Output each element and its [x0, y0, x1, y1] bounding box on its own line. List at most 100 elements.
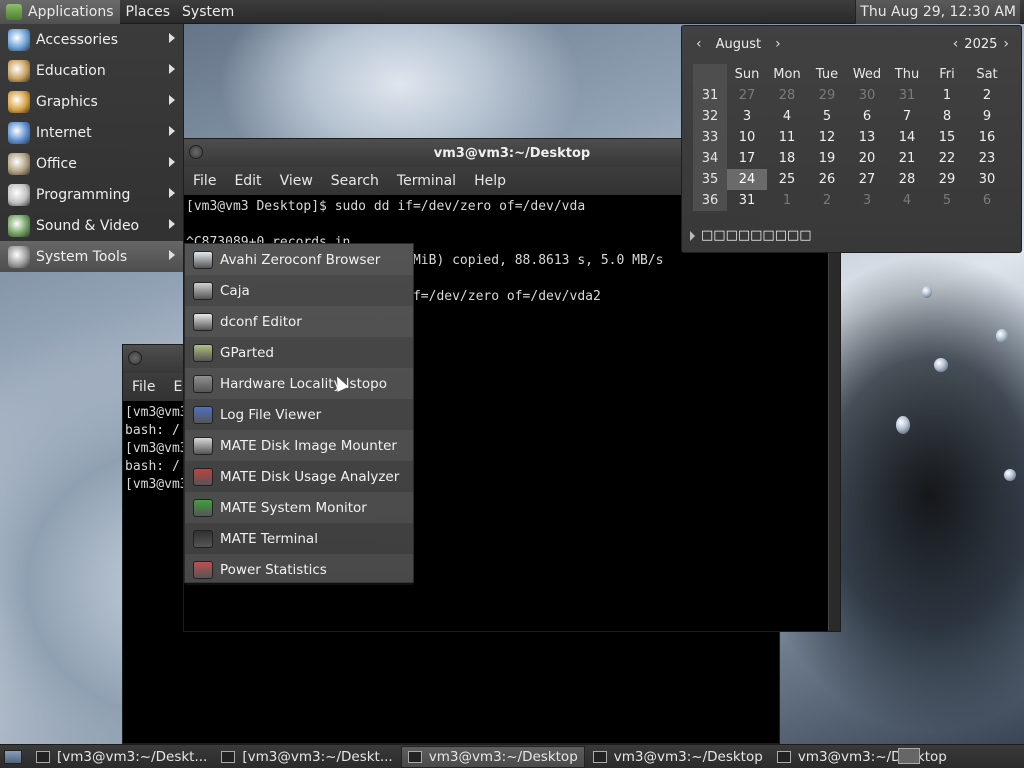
calendar-day[interactable]: 11: [767, 127, 807, 148]
taskbar-window-button[interactable]: [vm3@vm3:~/Deskt...: [215, 746, 398, 768]
menu-help[interactable]: Help: [465, 173, 515, 189]
submenu-item[interactable]: MATE Disk Image Mounter: [185, 430, 413, 461]
menu-file[interactable]: File: [184, 173, 225, 189]
calendar-day[interactable]: 16: [967, 127, 1007, 148]
calendar-day[interactable]: 4: [887, 190, 927, 211]
apps-menu-item-graphics[interactable]: Graphics: [0, 86, 183, 117]
calendar-day[interactable]: 28: [767, 85, 807, 106]
calendar-day[interactable]: 10: [727, 127, 767, 148]
calendar-day[interactable]: 3: [847, 190, 887, 211]
submenu-item[interactable]: GParted: [185, 337, 413, 368]
calendar-week-row: 31 27 28 29 30 31 1 2: [693, 85, 1013, 106]
calendar-day[interactable]: 1: [767, 190, 807, 211]
apps-menu-item-system-tools[interactable]: System Tools: [0, 241, 183, 272]
calendar-day[interactable]: 2: [807, 190, 847, 211]
calendar-day-today[interactable]: 24: [727, 169, 767, 190]
prev-month-icon[interactable]: ‹: [690, 36, 708, 52]
programming-icon: [8, 183, 30, 206]
calendar-day[interactable]: 20: [847, 148, 887, 169]
calendar-day[interactable]: 4: [767, 106, 807, 127]
calendar-day[interactable]: 6: [967, 190, 1007, 211]
calendar-day[interactable]: 22: [927, 148, 967, 169]
apps-menu-item-accessories[interactable]: Accessories: [0, 24, 183, 55]
menu-terminal[interactable]: Terminal: [388, 173, 465, 189]
show-desktop-icon[interactable]: [4, 749, 22, 764]
taskbar-window-button[interactable]: vm3@vm3:~/Desktop: [587, 746, 769, 768]
menu-view[interactable]: View: [271, 173, 322, 189]
calendar-day[interactable]: 30: [847, 85, 887, 106]
calendar-day[interactable]: 27: [727, 85, 767, 106]
places-menu[interactable]: Places: [120, 0, 177, 24]
menu-search[interactable]: Search: [322, 173, 388, 189]
submenu-item[interactable]: MATE Terminal: [185, 523, 413, 554]
calendar-day[interactable]: 27: [847, 169, 887, 190]
calendar-day[interactable]: 2: [967, 85, 1007, 106]
applications-label: Applications: [28, 3, 114, 20]
calendar-day[interactable]: 25: [767, 169, 807, 190]
calendar-day[interactable]: 26: [807, 169, 847, 190]
prev-year-icon[interactable]: ‹: [947, 36, 965, 52]
calendar-day[interactable]: 5: [927, 190, 967, 211]
submenu-item-label: dconf Editor: [220, 313, 302, 330]
calendar-day[interactable]: 9: [967, 106, 1007, 127]
calendar-day[interactable]: 30: [967, 169, 1007, 190]
workspace-switcher[interactable]: [898, 748, 920, 764]
terminal-icon: [776, 750, 791, 763]
top-panel: Applications Places System Thu Aug 29, 1…: [0, 0, 1024, 24]
submenu-item[interactable]: MATE System Monitor: [185, 492, 413, 523]
calendar-day[interactable]: 31: [727, 190, 767, 211]
next-year-icon[interactable]: ›: [997, 36, 1015, 52]
window-menu-button[interactable]: [128, 351, 142, 365]
system-menu[interactable]: System: [176, 0, 240, 24]
disk-mounter-icon: [193, 436, 213, 455]
calendar-day[interactable]: 31: [887, 85, 927, 106]
calendar-day[interactable]: 13: [847, 127, 887, 148]
calendar-day[interactable]: 29: [927, 169, 967, 190]
calendar-day[interactable]: 17: [727, 148, 767, 169]
submenu-item[interactable]: Caja: [185, 275, 413, 306]
calendar-day[interactable]: 15: [927, 127, 967, 148]
mate-logo-icon: [6, 3, 22, 20]
apps-menu-item-office[interactable]: Office: [0, 148, 183, 179]
submenu-item-label: Power Statistics: [220, 561, 327, 578]
calendar-day[interactable]: 6: [847, 106, 887, 127]
calendar-day[interactable]: 28: [887, 169, 927, 190]
calendar-day[interactable]: 19: [807, 148, 847, 169]
weekday-label: Sat: [976, 67, 998, 82]
next-month-icon[interactable]: ›: [769, 36, 787, 52]
calendar-day[interactable]: 18: [767, 148, 807, 169]
submenu-item[interactable]: Power Statistics: [185, 554, 413, 585]
apps-menu-item-education[interactable]: Education: [0, 55, 183, 86]
apps-menu-item-programming[interactable]: Programming: [0, 179, 183, 210]
apps-menu-item-sound-video[interactable]: Sound & Video: [0, 210, 183, 241]
calendar-day[interactable]: 12: [807, 127, 847, 148]
calendar-locations-expander[interactable]: □□□□□□□□□: [690, 228, 812, 243]
calendar-day[interactable]: 1: [927, 85, 967, 106]
submenu-item[interactable]: MATE Disk Usage Analyzer: [185, 461, 413, 492]
calendar-day[interactable]: 8: [927, 106, 967, 127]
taskbar-window-button[interactable]: vm3@vm3:~/Desktop: [400, 745, 585, 768]
calendar-day[interactable]: 23: [967, 148, 1007, 169]
calendar-day[interactable]: 29: [807, 85, 847, 106]
calendar-day[interactable]: 5: [807, 106, 847, 127]
submenu-item[interactable]: dconf Editor: [185, 306, 413, 337]
panel-clock[interactable]: Thu Aug 29, 12:30 AM: [855, 0, 1020, 24]
submenu-arrow-icon: [169, 188, 175, 198]
calendar-day[interactable]: 7: [887, 106, 927, 127]
taskbar-window-button[interactable]: [vm3@vm3:~/Deskt...: [30, 746, 213, 768]
submenu-item[interactable]: Hardware Locality lstopo: [185, 368, 413, 399]
apps-menu-item-internet[interactable]: Internet: [0, 117, 183, 148]
submenu-item[interactable]: Avahi Zeroconf Browser: [185, 244, 413, 275]
applications-menu[interactable]: Applications: [0, 0, 120, 24]
menu-edit[interactable]: Edit: [225, 173, 270, 189]
submenu-item-label: MATE Disk Image Mounter: [220, 437, 397, 454]
menu-file[interactable]: File: [123, 379, 164, 395]
submenu-item[interactable]: Log File Viewer: [185, 399, 413, 430]
terminal-scrollbar[interactable]: [828, 195, 840, 631]
calendar-day[interactable]: 3: [727, 106, 767, 127]
calendar-day[interactable]: 21: [887, 148, 927, 169]
window-menu-button[interactable]: [189, 145, 203, 159]
log-viewer-icon: [193, 405, 213, 424]
calendar-day[interactable]: 14: [887, 127, 927, 148]
taskbar-window-button[interactable]: vm3@vm3:~/Desktop: [771, 746, 953, 768]
